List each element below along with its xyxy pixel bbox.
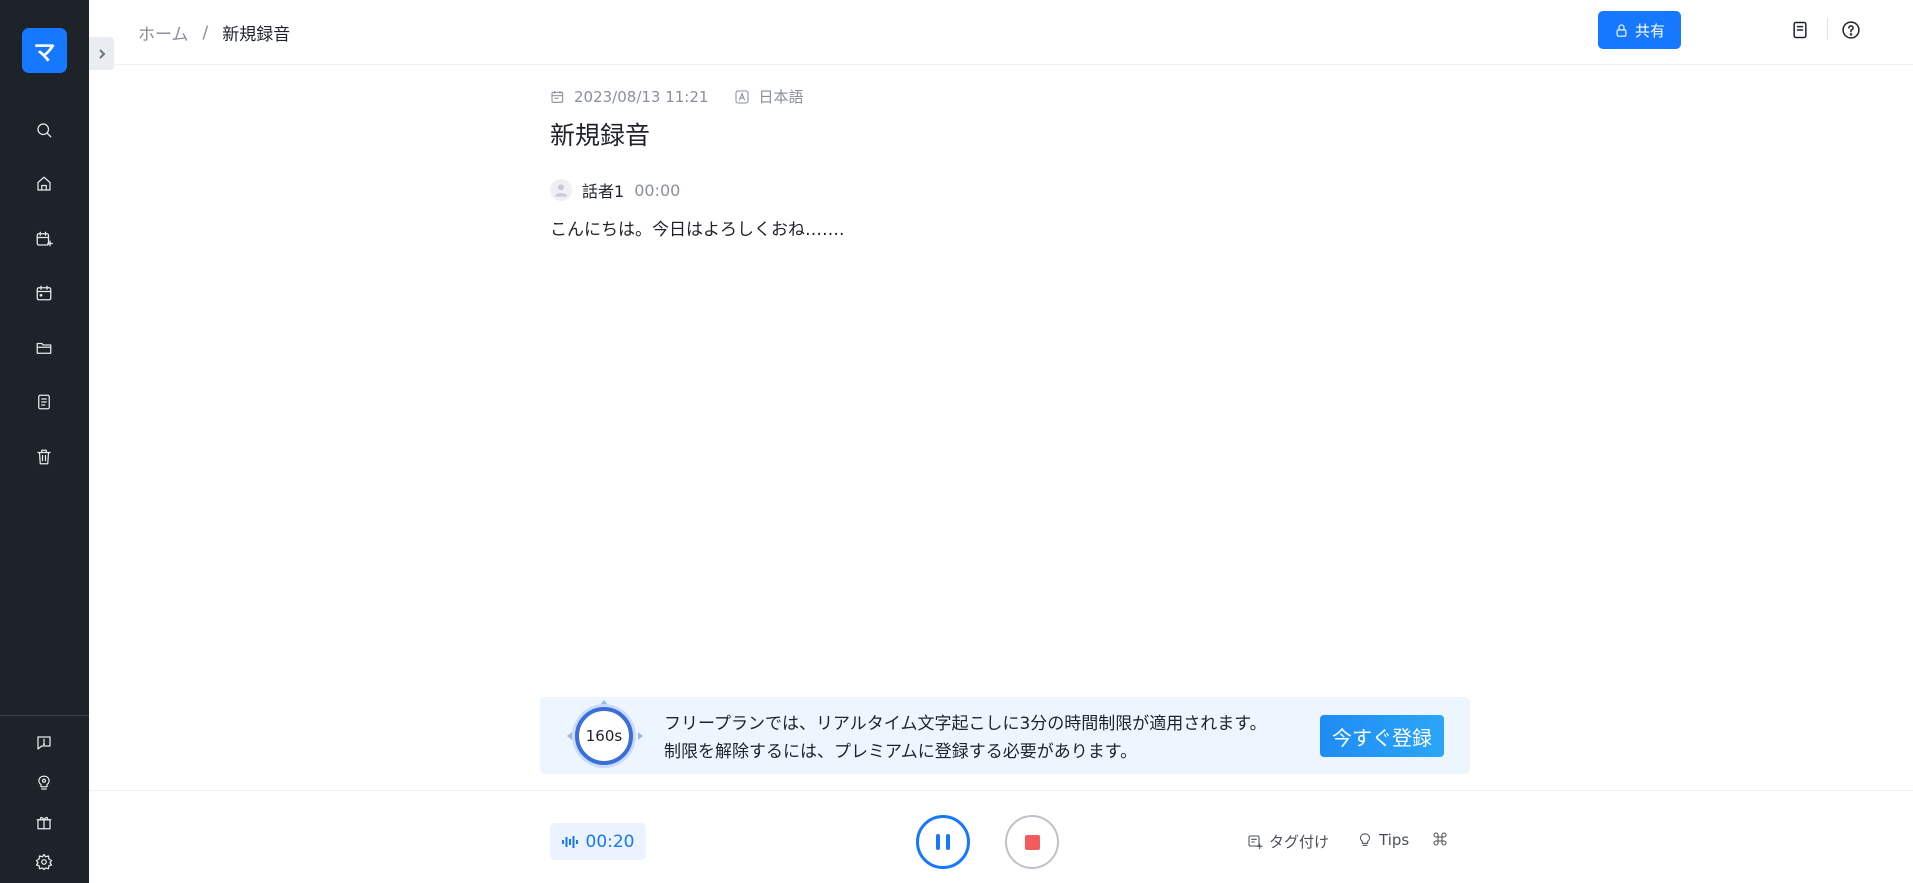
share-button[interactable]: 共有 (1598, 11, 1681, 49)
breadcrumb-home[interactable]: ホーム (138, 20, 189, 45)
user-icon (555, 184, 567, 197)
breadcrumb-separator: / (202, 22, 209, 43)
tips-label: Tips (1379, 831, 1410, 849)
waveform-icon (561, 835, 578, 848)
speaker-header: 話者1 00:00 (550, 178, 680, 202)
sidebar-item-schedule[interactable] (30, 225, 58, 253)
logo-letter: マ (33, 40, 56, 66)
timer-value: 160s (585, 727, 623, 745)
segment-time[interactable]: 00:00 (634, 181, 680, 200)
language-icon (735, 89, 749, 104)
recording-controls: 00:20 タグ付け Tips (89, 790, 1913, 883)
recording-timer: 00:20 (550, 823, 646, 860)
breadcrumb: ホーム / 新規録音 (138, 20, 291, 46)
sidebar-item-gift[interactable] (30, 808, 58, 836)
gear-icon (35, 853, 53, 871)
folder-icon (36, 342, 52, 354)
avatar (550, 179, 572, 201)
sidebar-item-feedback[interactable] (30, 729, 58, 757)
sidebar-item-home[interactable] (30, 170, 58, 198)
breadcrumb-current: 新規録音 (222, 25, 291, 45)
sidebar: マ (0, 0, 89, 883)
command-key-icon (1433, 832, 1447, 846)
lightbulb-icon (1360, 833, 1370, 846)
gift-icon (36, 816, 52, 830)
notes-button[interactable] (1786, 16, 1814, 44)
help-button[interactable] (1837, 16, 1865, 44)
elapsed-time: 00:20 (585, 831, 635, 852)
header-divider (1827, 18, 1828, 40)
pause-icon (936, 834, 940, 850)
tag-icon (1248, 834, 1263, 849)
notes-icon (1793, 21, 1807, 39)
calendar-plus-icon (36, 231, 53, 247)
pause-button[interactable] (916, 815, 970, 869)
document-language[interactable]: 日本語 (758, 86, 803, 107)
sidebar-item-search[interactable] (30, 116, 58, 144)
timer-arrow-right-icon (638, 732, 643, 740)
sidebar-item-tips[interactable] (30, 769, 58, 797)
home-icon (37, 176, 51, 191)
free-plan-banner: 160s フリープランでは、リアルタイム文字起こしに3分の時間制限が適用されます… (540, 697, 1470, 774)
sidebar-item-folder[interactable] (30, 334, 58, 362)
stop-button[interactable] (1005, 815, 1059, 869)
sidebar-item-settings[interactable] (30, 848, 58, 876)
sidebar-divider (0, 715, 89, 716)
shortcuts-button[interactable] (1432, 831, 1448, 847)
search-icon (37, 123, 52, 138)
share-label: 共有 (1634, 21, 1665, 40)
speaker-name[interactable]: 話者1 (582, 178, 624, 202)
document-list-icon (38, 394, 50, 410)
tag-button[interactable]: タグ付け (1247, 831, 1329, 852)
time-limit-timer: 160s (575, 707, 633, 765)
sidebar-item-calendar[interactable] (30, 279, 58, 307)
tips-button[interactable]: Tips (1357, 831, 1409, 849)
banner-line-2: 制限を解除するには、プレミアムに登録する必要があります。 (664, 742, 1138, 762)
document-meta: 2023/08/13 11:21 日本語 (550, 86, 803, 107)
trash-icon (37, 449, 51, 465)
help-icon (1842, 21, 1860, 39)
feedback-icon (37, 736, 51, 750)
lightbulb-icon (38, 775, 50, 790)
calendar-edit-icon (551, 90, 564, 103)
stop-icon (1024, 834, 1040, 850)
sidebar-item-trash[interactable] (30, 443, 58, 471)
tag-label: タグ付け (1269, 833, 1330, 851)
transcript-text[interactable]: こんにちは。今日はよろしくおね……. (550, 215, 844, 240)
register-now-button[interactable]: 今すぐ登録 (1320, 715, 1444, 757)
banner-message: フリープランでは、リアルタイム文字起こしに3分の時間制限が適用されます。 制限を… (664, 710, 1267, 766)
timer-arrow-left-icon (567, 732, 572, 740)
sidebar-item-documents[interactable] (30, 388, 58, 416)
document-date: 2023/08/13 11:21 (574, 87, 709, 106)
calendar-icon (36, 285, 52, 301)
lock-icon (1616, 23, 1627, 37)
pause-icon-bar (946, 834, 950, 850)
banner-line-1: フリープランでは、リアルタイム文字起こしに3分の時間制限が適用されます。 (664, 714, 1267, 734)
app-logo[interactable]: マ (22, 28, 67, 73)
document-title[interactable]: 新規録音 (550, 116, 650, 152)
timer-arrow-up-icon (600, 700, 608, 705)
